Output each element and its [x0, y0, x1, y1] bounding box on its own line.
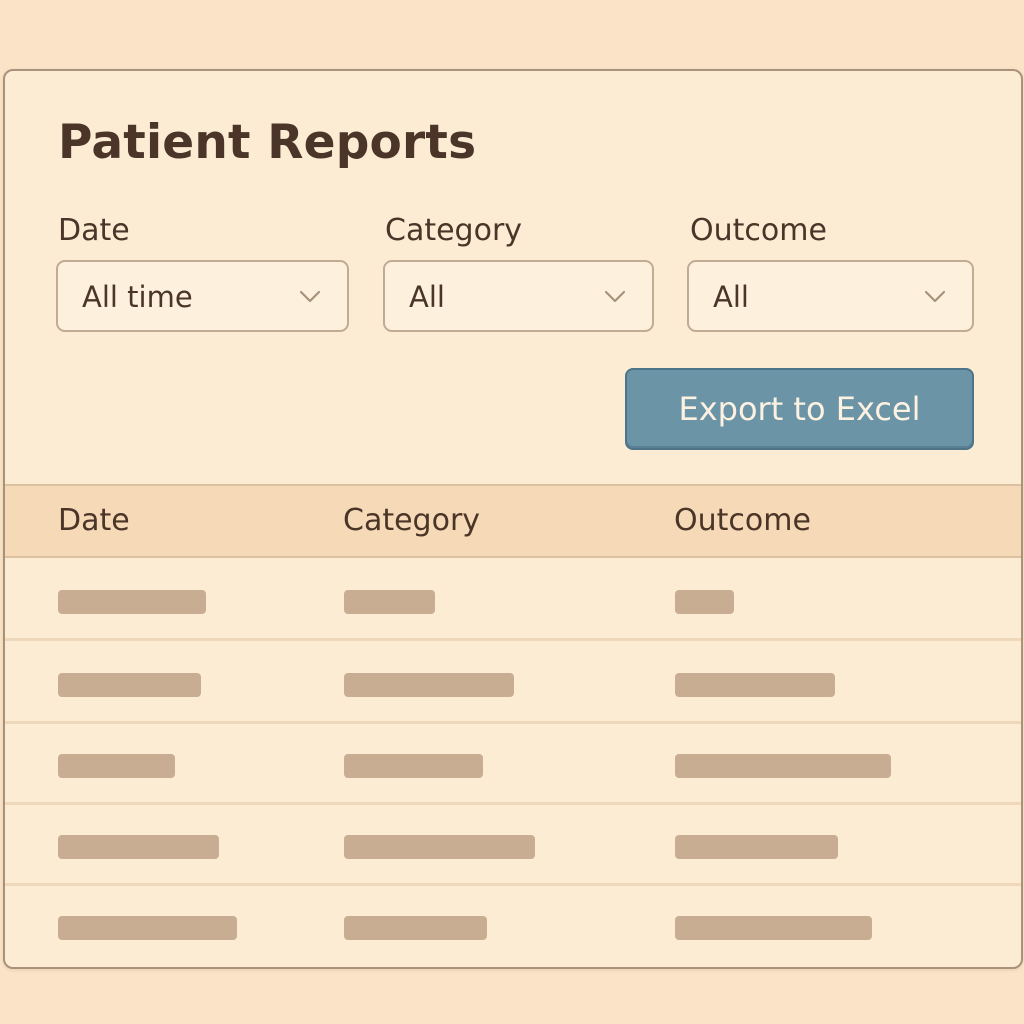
outcome-filter-value: All: [713, 280, 749, 314]
date-filter-select[interactable]: All time: [56, 260, 349, 332]
table-row[interactable]: [5, 724, 1021, 805]
column-header-outcome[interactable]: Outcome: [674, 503, 811, 539]
date-cell-placeholder: [58, 754, 175, 778]
category-cell-placeholder: [344, 590, 435, 614]
table-row[interactable]: [5, 886, 1021, 967]
chevron-down-icon: [924, 290, 946, 303]
export-to-excel-button[interactable]: Export to Excel: [625, 368, 974, 450]
outcome-cell-placeholder: [675, 590, 734, 614]
chevron-down-icon: [604, 290, 626, 303]
chevron-down-icon: [299, 290, 321, 303]
date-cell-placeholder: [58, 835, 219, 859]
date-filter-value: All time: [82, 280, 193, 314]
table-row[interactable]: [5, 805, 1021, 886]
date-cell-placeholder: [58, 590, 206, 614]
outcome-cell-placeholder: [675, 835, 838, 859]
column-header-category[interactable]: Category: [343, 503, 480, 539]
category-filter-value: All: [409, 280, 445, 314]
category-cell-placeholder: [344, 916, 487, 940]
category-cell-placeholder: [344, 754, 483, 778]
patient-reports-panel: Patient Reports Date All time Category A…: [3, 69, 1023, 969]
outcome-cell-placeholder: [675, 916, 872, 940]
page-title: Patient Reports: [58, 115, 477, 170]
column-header-date[interactable]: Date: [58, 503, 130, 539]
outcome-filter-select[interactable]: All: [687, 260, 974, 332]
category-cell-placeholder: [344, 673, 514, 697]
date-cell-placeholder: [58, 916, 237, 940]
outcome-filter-label: Outcome: [690, 213, 827, 248]
outcome-cell-placeholder: [675, 673, 835, 697]
category-filter-label: Category: [385, 213, 523, 248]
outcome-cell-placeholder: [675, 754, 891, 778]
table-row[interactable]: [5, 643, 1021, 724]
category-cell-placeholder: [344, 835, 535, 859]
table-header-row: Date Category Outcome: [5, 484, 1021, 558]
date-filter-label: Date: [58, 213, 130, 248]
category-filter-select[interactable]: All: [383, 260, 654, 332]
table-row[interactable]: [5, 560, 1021, 641]
date-cell-placeholder: [58, 673, 201, 697]
